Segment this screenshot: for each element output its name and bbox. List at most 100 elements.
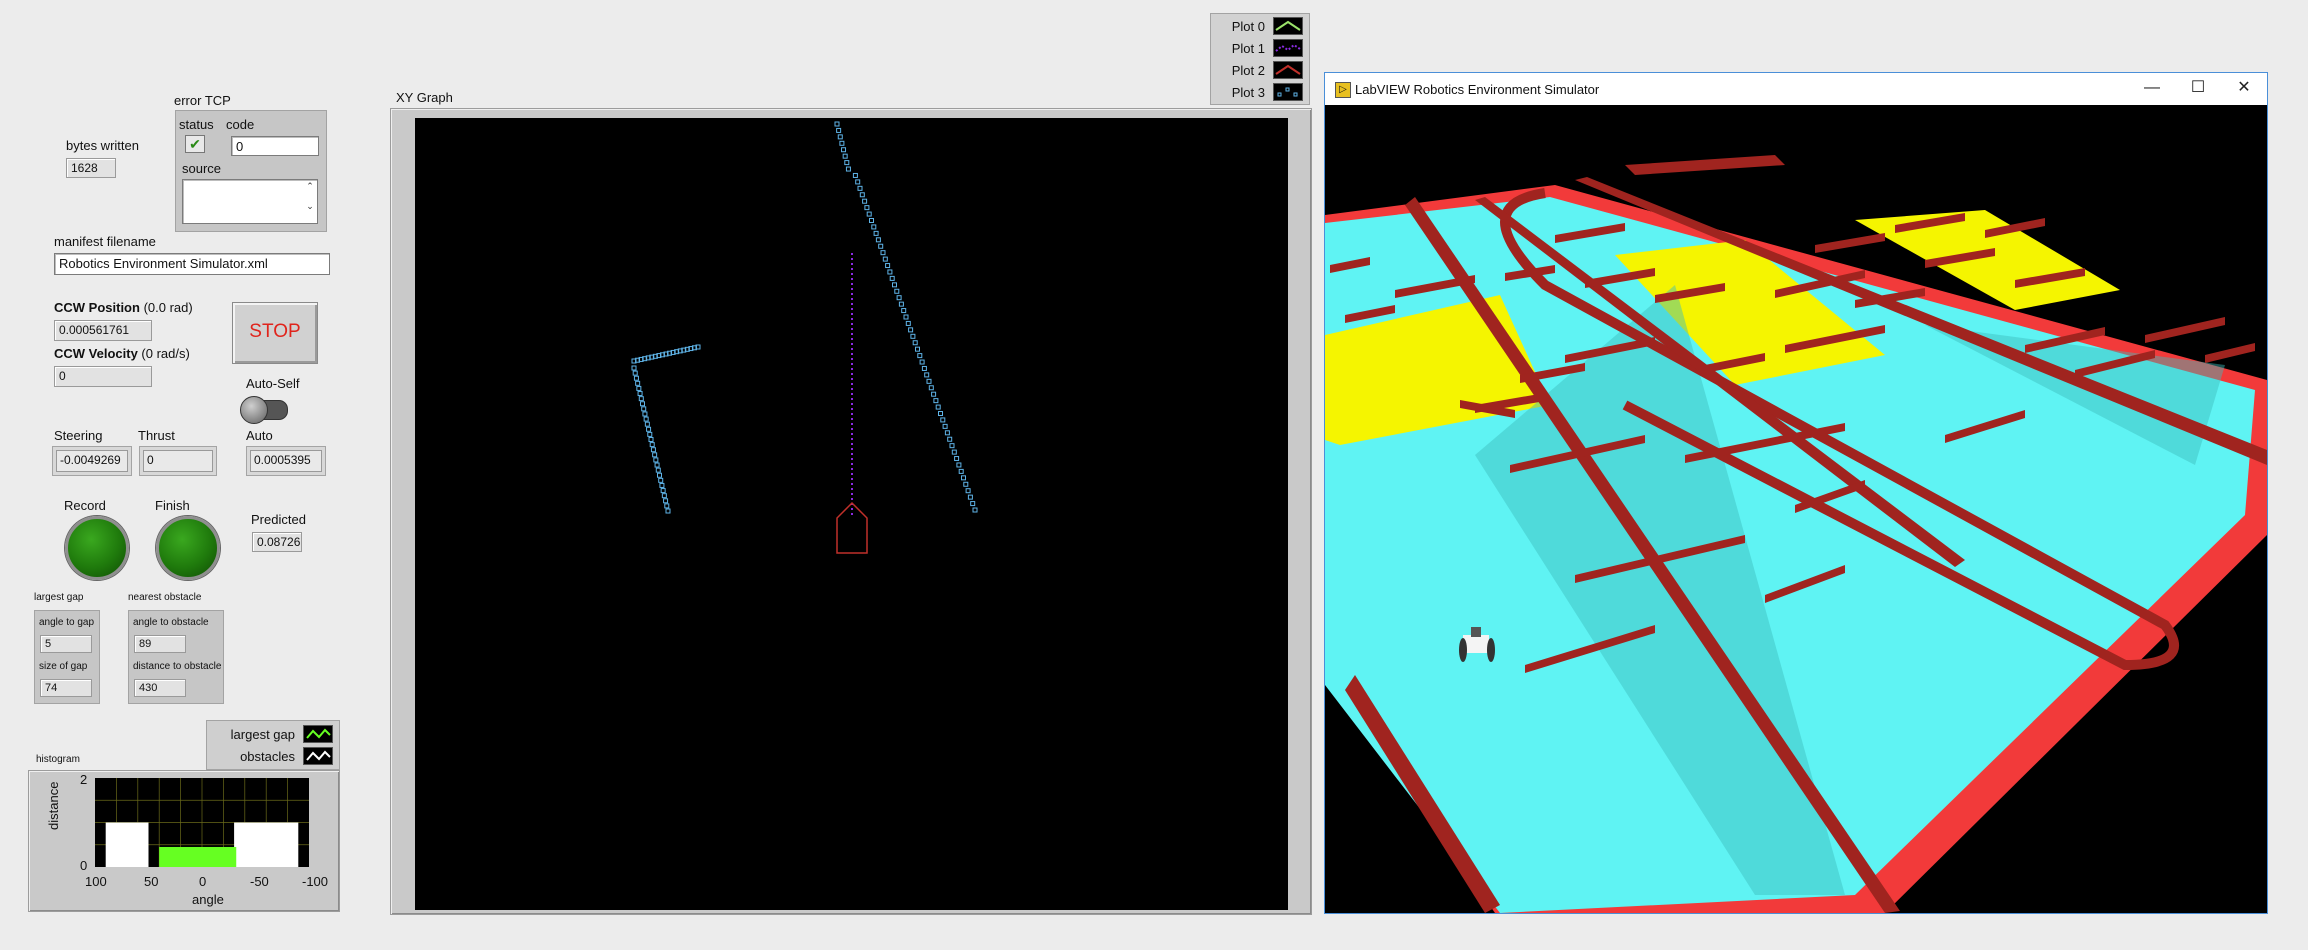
plot3-point [940,417,946,423]
histogram-xtick-neg100: -100 [302,874,329,889]
angle-to-obstacle-indicator: 89 [134,635,186,653]
plot3-point [635,380,641,386]
manifest-field[interactable]: Robotics Environment Simulator.xml [54,253,330,275]
plot3-point [942,423,948,429]
histogram-title: histogram [36,754,80,765]
source-field[interactable] [182,179,318,224]
minimize-button[interactable]: — [2129,73,2175,103]
plot3-point [845,166,851,172]
status-check-icon[interactable]: ✔ [185,135,205,153]
record-led[interactable] [65,516,129,580]
scene-wall-diag-4 [1625,155,1785,175]
plot3-point [842,153,848,159]
record-label: Record [64,498,106,513]
plot3-point [933,398,939,404]
histogram-xtick-0: 0 [199,874,207,889]
legend-plot2[interactable]: Plot 2 [1211,59,1309,81]
legend-plot1[interactable]: Plot 1 [1211,37,1309,59]
stop-button[interactable]: STOP [232,302,318,364]
bytes-written-indicator: 1628 [66,158,116,178]
plot3-point [632,370,638,376]
histogram-ylabel: distance [46,781,61,830]
simulator-titlebar[interactable]: ▷ LabVIEW Robotics Environment Simulator… [1325,73,2267,105]
plot3-point [869,218,874,223]
plot3-point [844,160,850,166]
legend-largest-gap-label: largest gap [230,726,295,742]
histogram-plot [95,778,309,867]
plot3-point [938,411,943,416]
labview-app-icon: ▷ [1335,82,1351,98]
plot3-point [661,493,667,499]
angle-to-obstacle-label: angle to obstacle [133,617,209,628]
auto-self-toggle[interactable] [240,394,288,424]
plot3-point [880,250,886,256]
ccw-position-indicator: 0.000561761 [54,320,152,341]
histogram-ytick-bottom: 0 [80,858,88,873]
plot3-point [642,411,648,417]
source-scrollbar[interactable]: ⌃ ⌄ [304,181,316,222]
maximize-button[interactable]: ☐ [2175,73,2221,103]
plot3-point [951,449,957,455]
plot3-point [837,134,843,140]
code-field[interactable]: 0 [231,136,319,156]
plot3-point [640,401,645,407]
xy-graph-plot-area [415,118,1288,910]
histogram-xtick-50: 50 [144,874,159,889]
thrust-frame: 0 [139,446,217,476]
plot3-point [961,475,966,481]
plot3-point [919,359,925,365]
legend-plot1-label: Plot 1 [1231,40,1265,56]
simulator-3d-scene[interactable] [1325,105,2267,913]
legend-plot0[interactable]: Plot 0 [1211,15,1309,37]
plot3-point [970,501,976,507]
thrust-indicator: 0 [143,450,213,472]
plot3-point [967,494,973,500]
legend-plot3[interactable]: Plot 3 [1211,81,1309,103]
xy-graph-title: XY Graph [396,90,453,105]
plot3-point [875,237,881,243]
scene-cross-wall [2145,317,2225,343]
thrust-label: Thrust [138,428,175,443]
distance-to-obstacle-label: distance to obstacle [133,661,222,672]
plot3-point [658,477,664,483]
plot3-point [655,467,661,473]
simulator-window: ▷ LabVIEW Robotics Environment Simulator… [1324,72,2268,914]
plot3-point [896,295,902,301]
plot3-point [924,372,930,378]
plot3-point [659,482,665,488]
steering-indicator: -0.0049269 [56,450,128,472]
angle-to-gap-indicator: 5 [40,635,92,653]
legend-plot3-swatch [1273,83,1303,101]
plot3-point [653,457,659,463]
legend-largest-gap[interactable]: largest gap [207,723,339,745]
plot3-point [912,340,918,346]
histogram-gap-bar [159,846,237,867]
plot3-point [834,121,840,127]
legend-plot0-swatch [1273,17,1303,35]
legend-obstacles[interactable]: obstacles [207,745,339,767]
plot3-point [915,346,920,352]
predicted-indicator: 0.08726 [252,532,302,552]
source-label: source [182,161,222,176]
auto-frame: 0.0005395 [246,446,326,476]
plot3-point [956,462,962,468]
plot3-point [917,353,923,359]
ccw-position-label: CCW Position (0.0 rad) [54,300,193,315]
finish-led[interactable] [156,516,220,580]
size-of-gap-indicator: 74 [40,679,92,697]
plot3-point [647,431,653,437]
plot3-point [636,385,642,391]
histogram-obstacle-bar [105,822,149,867]
plot3-point [649,442,655,448]
plot3-point [901,308,907,314]
plot2-robot [836,501,868,554]
close-button[interactable]: ✕ [2221,73,2267,103]
plot3-point [862,198,868,204]
plot3-point [910,333,916,339]
plot3-point [660,488,666,494]
plot3-point [882,256,888,262]
legend-plot1-swatch [1273,39,1303,57]
error-tcp-cluster: status ✔ code 0 source ⌃ ⌄ [175,110,327,232]
xy-graph-svg [631,121,978,554]
auto-indicator: 0.0005395 [250,450,322,472]
